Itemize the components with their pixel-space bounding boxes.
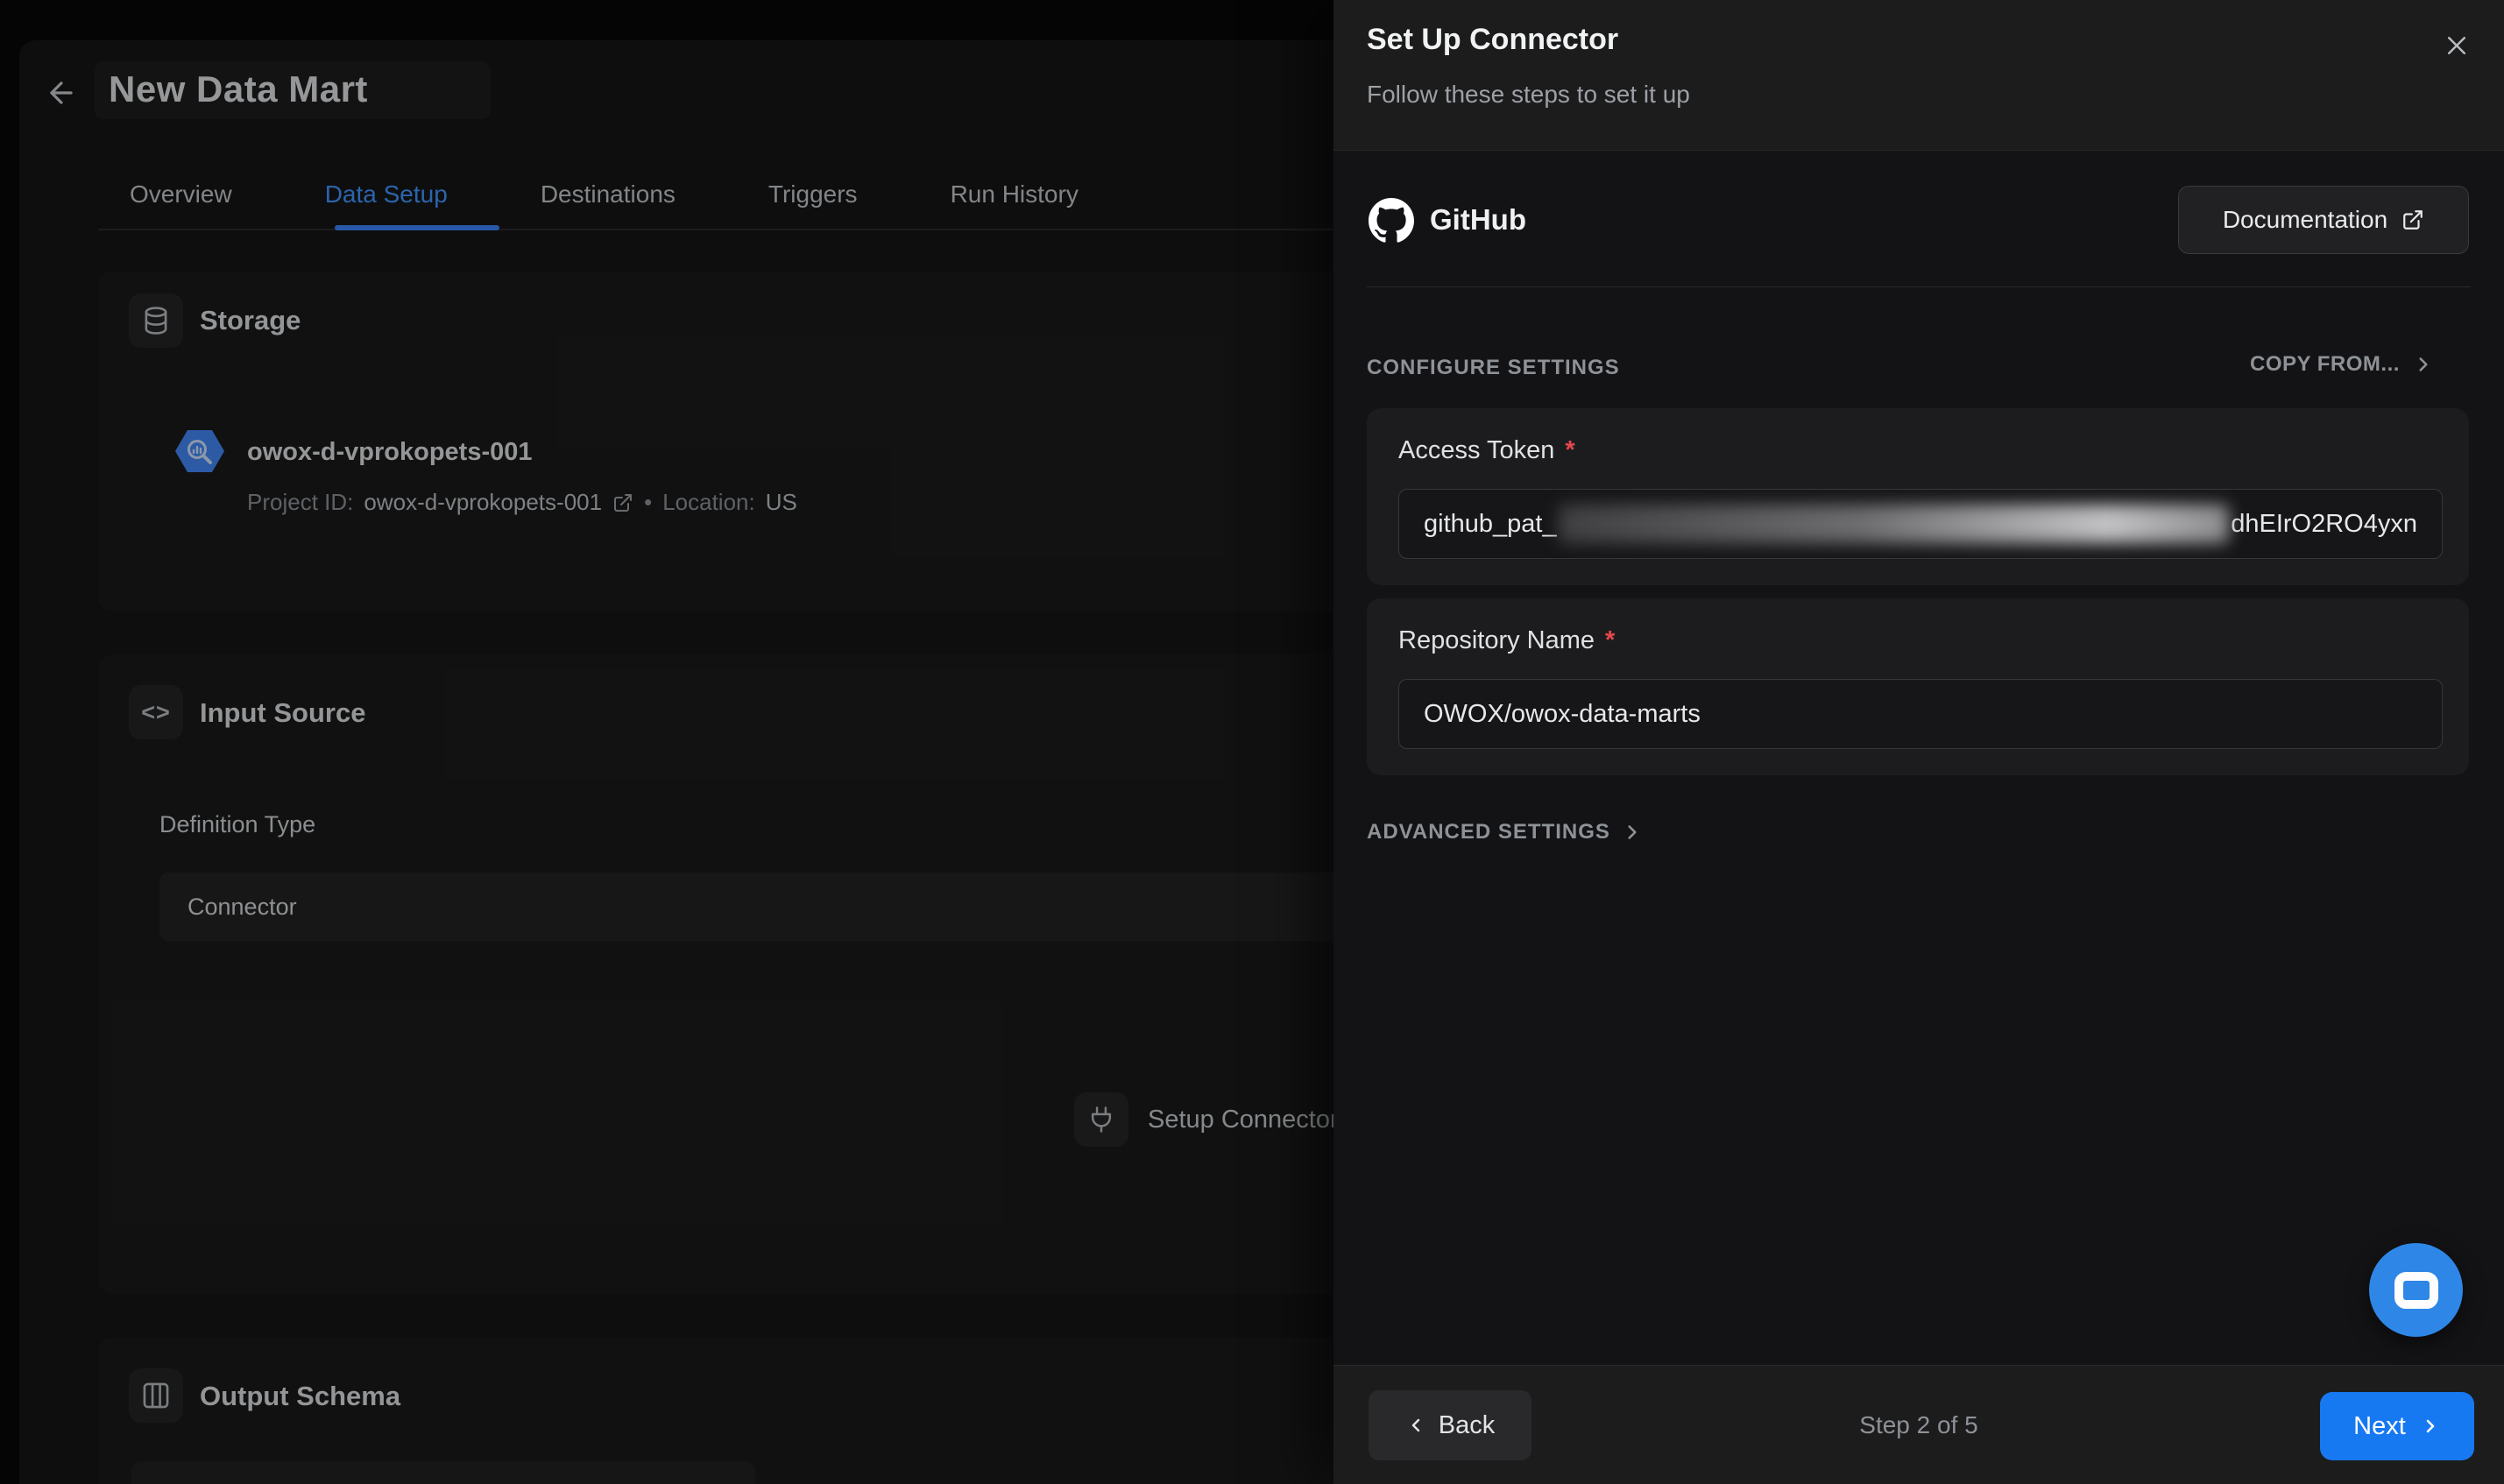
next-button-label: Next: [2353, 1412, 2406, 1441]
repository-name-input[interactable]: OWOX/owox-data-marts: [1398, 679, 2443, 749]
repository-name-label: Repository Name: [1398, 626, 1595, 655]
repository-name-value: OWOX/owox-data-marts: [1424, 700, 1701, 729]
copy-from-button[interactable]: COPY FROM...: [2250, 352, 2435, 377]
access-token-input[interactable]: github_pat_ dhEIrO2RO4yxn: [1398, 489, 2443, 559]
drawer-title: Set Up Connector: [1367, 23, 1618, 57]
next-button[interactable]: Next: [2320, 1392, 2474, 1460]
advanced-settings-toggle[interactable]: ADVANCED SETTINGS: [1367, 820, 1644, 844]
repository-name-card: Repository Name * OWOX/owox-data-marts: [1367, 598, 2469, 775]
repository-name-label-row: Repository Name *: [1398, 626, 1615, 655]
chat-widget-button[interactable]: [2369, 1243, 2463, 1337]
github-logo-icon: [1369, 198, 1414, 244]
chevron-right-icon: [1621, 821, 1644, 844]
chevron-left-icon: [1405, 1415, 1426, 1436]
back-button-label: Back: [1439, 1411, 1495, 1440]
drawer-footer: Step 2 of 5 Back Next: [1333, 1365, 2504, 1484]
divider: [1367, 286, 2471, 287]
redacted-token-blur: [1559, 505, 2230, 543]
access-token-card: Access Token * github_pat_ dhEIrO2RO4yxn: [1367, 408, 2469, 585]
setup-connector-drawer: Set Up Connector Follow these steps to s…: [1333, 0, 2504, 1484]
access-token-prefix: github_pat_: [1424, 510, 1557, 539]
connector-name: GitHub: [1430, 203, 1526, 237]
chevron-right-icon: [2420, 1416, 2441, 1437]
drawer-subtitle: Follow these steps to set it up: [1367, 81, 1690, 109]
copy-from-label: COPY FROM...: [2250, 352, 2400, 377]
access-token-label-row: Access Token *: [1398, 436, 1575, 465]
back-button[interactable]: Back: [1369, 1390, 1531, 1460]
access-token-suffix: dhEIrO2RO4yxn: [2231, 510, 2417, 539]
chevron-right-icon: [2412, 353, 2435, 376]
required-asterisk: *: [1565, 436, 1574, 465]
access-token-label: Access Token: [1398, 436, 1554, 465]
configure-settings-label: CONFIGURE SETTINGS: [1367, 356, 1620, 380]
documentation-button[interactable]: Documentation: [2178, 186, 2469, 254]
advanced-settings-label: ADVANCED SETTINGS: [1367, 820, 1610, 844]
chat-widget-logo-icon: [2394, 1272, 2438, 1309]
close-icon[interactable]: [2432, 21, 2481, 70]
required-asterisk: *: [1605, 626, 1615, 655]
external-link-icon: [2401, 208, 2424, 231]
drawer-header: Set Up Connector Follow these steps to s…: [1333, 0, 2504, 151]
documentation-label: Documentation: [2223, 206, 2387, 234]
